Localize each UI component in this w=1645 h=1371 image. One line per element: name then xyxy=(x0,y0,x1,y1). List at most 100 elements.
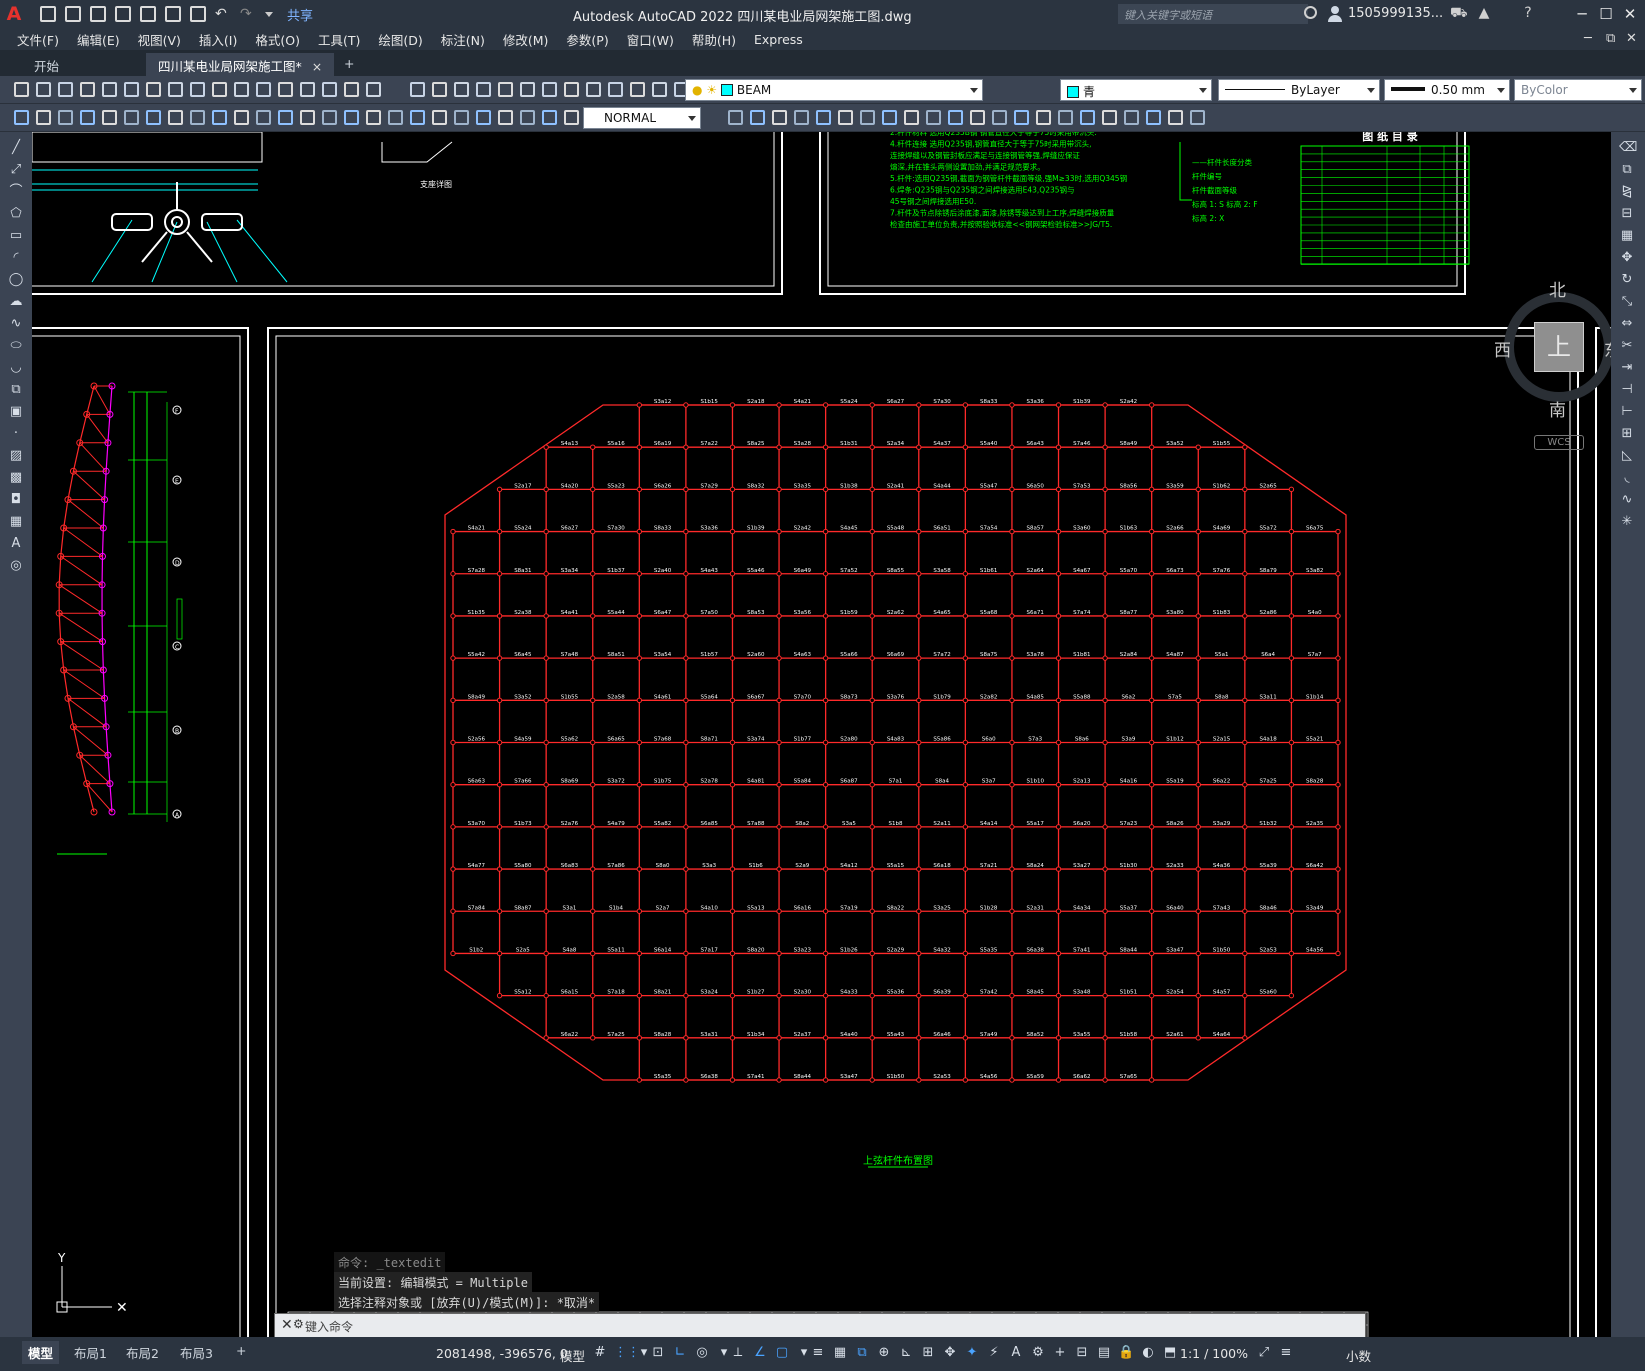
jog-line-icon[interactable] xyxy=(366,110,381,125)
construction-line-icon[interactable]: ⤢ xyxy=(8,162,24,178)
compass-west[interactable]: 西 xyxy=(1494,336,1511,361)
new-file-icon[interactable] xyxy=(40,6,56,22)
drawing-canvas[interactable]: 支座详图 2.杆件材料 选用Q235B钢 钢管直径大于等于75时采用带沉头. 4.… xyxy=(32,132,1611,1337)
tab-model[interactable]: 模型 xyxy=(22,1341,60,1364)
help-icon[interactable] xyxy=(520,82,535,97)
hatch-icon[interactable]: ▨ xyxy=(8,448,24,464)
transparency-icon[interactable]: ▦ xyxy=(832,1345,848,1361)
menu-format[interactable]: 格式(O) xyxy=(255,30,300,49)
rotate-icon[interactable]: ↻ xyxy=(1619,272,1635,288)
redo-icon[interactable]: ↷ xyxy=(240,6,256,22)
close-icon[interactable]: ✕ xyxy=(1610,0,1645,28)
textstyle-dropdown[interactable]: NORMAL xyxy=(583,107,701,129)
annotation-scale-icon[interactable]: A xyxy=(1008,1345,1024,1361)
baseline-icon[interactable] xyxy=(212,110,227,125)
ordinate-icon[interactable] xyxy=(794,110,809,125)
save-icon[interactable] xyxy=(652,82,667,97)
break-icon[interactable]: ⊢ xyxy=(1619,404,1635,420)
menu-dimension[interactable]: 标注(N) xyxy=(441,30,485,49)
mirror-icon[interactable]: ⧎ xyxy=(1619,184,1635,200)
snap-icon[interactable]: ⋮⋮ xyxy=(614,1345,640,1361)
menu-window[interactable]: 窗口(W) xyxy=(627,30,674,49)
center-mark-icon[interactable] xyxy=(322,110,337,125)
copy-icon[interactable] xyxy=(168,82,183,97)
tolerance-icon[interactable] xyxy=(300,110,315,125)
lock-ui-icon[interactable]: 🔒 xyxy=(1118,1345,1134,1361)
help-icon[interactable]: ? xyxy=(1520,5,1536,21)
ellipse-icon[interactable]: ⬭ xyxy=(8,338,24,354)
save-icon[interactable] xyxy=(58,82,73,97)
polyline-icon[interactable]: ⌒ xyxy=(8,184,24,200)
new-tab-button[interactable]: + xyxy=(332,53,366,76)
menu-draw[interactable]: 绘图(D) xyxy=(378,30,422,49)
menu-file[interactable]: 文件(F) xyxy=(17,30,59,49)
sheet-set-icon[interactable] xyxy=(454,82,469,97)
open-web-icon[interactable] xyxy=(140,6,156,22)
visual-style-icon[interactable] xyxy=(1146,110,1161,125)
fillet-icon[interactable]: ◟ xyxy=(1619,470,1635,486)
arc-icon[interactable]: ◜ xyxy=(8,250,24,266)
command-line[interactable]: ✕ ⚙ 键入命令 xyxy=(274,1313,1366,1338)
wcs-menu[interactable]: WCS xyxy=(1534,435,1584,450)
update-icon[interactable] xyxy=(388,110,403,125)
menu-tools[interactable]: 工具(T) xyxy=(318,30,360,49)
isodraft-icon[interactable]: ⟂ xyxy=(730,1345,746,1361)
linetype-dropdown[interactable]: ByLayer xyxy=(1218,79,1380,101)
menu-express[interactable]: Express xyxy=(754,32,803,47)
selection-cycling-icon[interactable]: ⧉ xyxy=(854,1345,870,1361)
circle-icon[interactable]: ◯ xyxy=(8,272,24,288)
qnew-icon[interactable] xyxy=(14,82,29,97)
add-layout-button[interactable]: + xyxy=(230,1341,252,1360)
blend-icon[interactable]: ∿ xyxy=(1619,492,1635,508)
angular-icon[interactable] xyxy=(882,110,897,125)
units-icon[interactable]: ⊟ xyxy=(1074,1345,1090,1361)
continue-icon[interactable] xyxy=(948,110,963,125)
space-icon[interactable] xyxy=(256,110,271,125)
save-web-icon[interactable] xyxy=(165,6,181,22)
doc-close-icon[interactable]: ✕ xyxy=(1626,31,1637,46)
ortho-icon[interactable]: ∟ xyxy=(672,1345,688,1361)
undo-icon[interactable] xyxy=(234,82,249,97)
gradient-icon[interactable]: ▩ xyxy=(8,470,24,486)
diameter-icon[interactable] xyxy=(146,110,161,125)
menu-insert[interactable]: 插入(I) xyxy=(199,30,237,49)
tab-close-icon[interactable]: × xyxy=(312,59,322,74)
object-snap-tracking-icon[interactable]: ∠ xyxy=(752,1345,768,1361)
diameter-icon[interactable] xyxy=(860,110,875,125)
object-snap-icon[interactable]: ▢ xyxy=(774,1345,790,1361)
username-label[interactable]: 1505999135... xyxy=(1348,6,1443,21)
ellipse-arc-icon[interactable]: ◡ xyxy=(8,360,24,376)
layer-props-icon[interactable] xyxy=(542,82,557,97)
search-input[interactable]: 键入关键字或短语 xyxy=(1118,4,1308,24)
render-icon[interactable] xyxy=(454,110,469,125)
annotation-visibility-icon[interactable]: ✦ xyxy=(964,1345,980,1361)
open-icon[interactable] xyxy=(36,82,51,97)
match-icon[interactable] xyxy=(212,82,227,97)
insert-block-icon[interactable]: ⧉ xyxy=(8,382,24,398)
tab-layout3[interactable]: 布局3 xyxy=(174,1341,219,1364)
3d-osnap-icon[interactable]: ⊕ xyxy=(876,1345,892,1361)
menu-parametric[interactable]: 参数(P) xyxy=(566,30,608,49)
undo-icon[interactable]: ↶ xyxy=(215,6,231,22)
design-center-icon[interactable] xyxy=(410,82,425,97)
redo-icon[interactable] xyxy=(256,82,271,97)
break-icon[interactable] xyxy=(992,110,1007,125)
plotstyle-dropdown[interactable]: ByColor xyxy=(1514,79,1642,101)
pan-icon[interactable] xyxy=(278,82,293,97)
compass-south[interactable]: 南 xyxy=(1549,396,1566,421)
arc-length-icon[interactable] xyxy=(772,110,787,125)
tab-document[interactable]: 四川某电业局网架施工图* × xyxy=(146,53,335,76)
save-as-icon[interactable] xyxy=(115,6,131,22)
selection-filter-icon[interactable]: ⊞ xyxy=(920,1345,936,1361)
paste-icon[interactable] xyxy=(190,82,205,97)
move-icon[interactable]: ✥ xyxy=(1619,250,1635,266)
tool-palette-icon[interactable] xyxy=(432,82,447,97)
cut-icon[interactable] xyxy=(146,82,161,97)
layer-dropdown[interactable]: ● ☀ BEAM xyxy=(685,79,983,101)
share-button[interactable]: 共享 xyxy=(287,5,313,24)
join-icon[interactable]: ⊞ xyxy=(1619,426,1635,442)
multiline-text-icon[interactable]: A xyxy=(8,536,24,552)
aligned-dim-icon[interactable] xyxy=(36,110,51,125)
light-icon[interactable] xyxy=(476,110,491,125)
color-dropdown[interactable]: 青 xyxy=(1060,79,1212,101)
